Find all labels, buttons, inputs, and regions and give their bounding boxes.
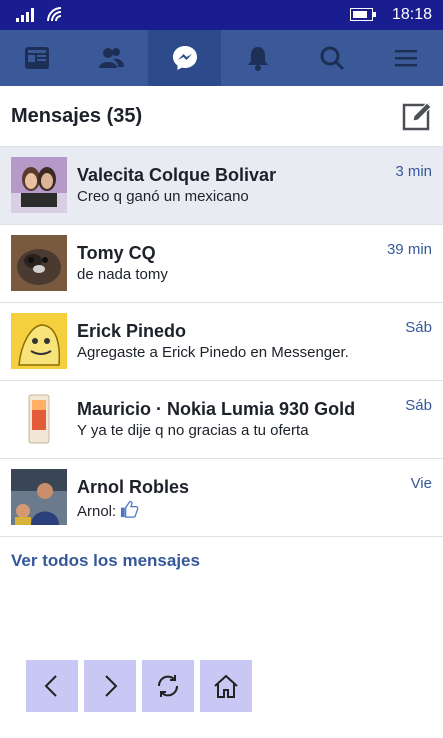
- nav-bar: [0, 30, 443, 86]
- page-title: Mensajes (35): [11, 105, 143, 127]
- notifications-icon: [248, 47, 269, 71]
- message-preview: Agregaste a Erick Pinedo en Messenger.: [77, 344, 349, 361]
- messages-header: Mensajes (35): [0, 86, 443, 147]
- message-preview: de nada tomy: [77, 266, 168, 283]
- message-time: 39 min: [386, 241, 432, 258]
- home-button[interactable]: [200, 660, 252, 712]
- battery-icon: [350, 8, 376, 21]
- status-bar: 18:18: [0, 0, 443, 30]
- message-row[interactable]: Arnol Robles Arnol: Vie: [0, 459, 443, 537]
- search-icon: [320, 46, 345, 71]
- message-time: 3 min: [395, 163, 432, 180]
- home-icon: [214, 674, 238, 698]
- message-preview: Creo q ganó un mexicano: [77, 188, 249, 205]
- avatar: [11, 469, 67, 525]
- tab-notifications[interactable]: [221, 30, 295, 86]
- message-row[interactable]: Mauricio · Nokia Lumia 930 Gold Y ya te …: [0, 381, 443, 459]
- contact-name: Tomy CQ: [77, 243, 156, 263]
- message-preview: Arnol:: [77, 500, 139, 520]
- message-row[interactable]: Erick Pinedo Agregaste a Erick Pinedo en…: [0, 303, 443, 381]
- news-feed-icon: [24, 47, 49, 69]
- tab-menu[interactable]: [369, 30, 443, 86]
- forward-icon: [105, 675, 118, 697]
- message-time: Vie: [410, 475, 432, 492]
- message-preview-text: Arnol:: [77, 503, 117, 520]
- contact-name: Erick Pinedo: [77, 321, 187, 341]
- tab-news-feed[interactable]: [0, 30, 74, 86]
- contact-name: Arnol Robles: [77, 477, 190, 497]
- tab-search[interactable]: [295, 30, 369, 86]
- tab-friends[interactable]: [74, 30, 148, 86]
- contact-name: Mauricio · Nokia Lumia 930 Gold: [77, 399, 356, 419]
- compose-icon: [402, 102, 432, 131]
- message-preview: Y ya te dije q no gracias a tu oferta: [77, 422, 309, 439]
- forward-button[interactable]: [84, 660, 136, 712]
- contact-name: Valecita Colque Bolivar: [77, 165, 277, 185]
- message-time: Sáb: [405, 319, 432, 336]
- refresh-button[interactable]: [142, 660, 194, 712]
- message-row[interactable]: Valecita Colque Bolivar Creo q ganó un m…: [0, 147, 443, 225]
- back-icon: [44, 675, 57, 697]
- compose-button[interactable]: [401, 100, 433, 132]
- avatar: [11, 235, 67, 291]
- message-list: Valecita Colque Bolivar Creo q ganó un m…: [0, 147, 443, 537]
- menu-icon: [395, 50, 418, 67]
- message-time: Sáb: [405, 397, 432, 414]
- wifi-icon: [47, 7, 62, 22]
- refresh-icon: [157, 675, 179, 697]
- friends-icon: [98, 48, 124, 68]
- see-all-messages-link[interactable]: Ver todos los mensajes: [11, 551, 200, 571]
- signal-icon: [16, 8, 34, 22]
- avatar: [11, 391, 67, 447]
- back-button[interactable]: [26, 660, 78, 712]
- avatar: [11, 313, 67, 369]
- clock: 18:18: [392, 6, 433, 23]
- tab-messenger[interactable]: [147, 30, 222, 86]
- messenger-icon: [172, 46, 197, 70]
- avatar: [11, 157, 67, 213]
- thumbs-up-icon: [121, 500, 139, 518]
- message-row[interactable]: Tomy CQ de nada tomy 39 min: [0, 225, 443, 303]
